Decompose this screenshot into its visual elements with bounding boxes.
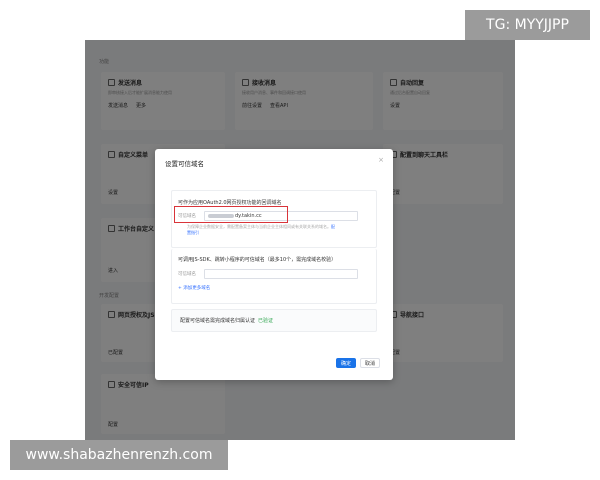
domain-verify-panel: 配置可信域名需完成域名归属认证 已验证: [171, 309, 377, 332]
trusted-domain-dialog: 设置可信域名 × 可作为应用OAuth2.0网页授权功能的回调域名 可信域名 d…: [155, 149, 393, 380]
field-label: 可信域名: [178, 272, 196, 277]
jssdk-domain-panel: 可调用JS-SDK、跳转小程序的可信域名（最多10个，需完成域名校验） 可信域名…: [171, 249, 377, 304]
verify-text: 配置可信域名需完成域名归属认证: [180, 318, 256, 324]
oauth-domain-label: 可作为应用OAuth2.0网页授权功能的回调域名: [178, 200, 282, 206]
jssdk-field-row: 可信域名: [178, 269, 358, 279]
cancel-button[interactable]: 取消: [360, 358, 380, 368]
verified-status[interactable]: 已验证: [258, 317, 273, 324]
watermark-bottom-left: www.shabazhenrenzh.com: [10, 440, 228, 470]
dialog-title: 设置可信域名: [165, 160, 204, 168]
oauth-hint: 为保障企业数据安全，需配置备案主体与当前企业主体相同或有关联关系的域名。配置指引: [187, 224, 337, 235]
add-more-domain-link[interactable]: + 添加更多域名: [178, 285, 210, 291]
hint-text: 为保障企业数据安全，需配置备案主体与当前企业主体相同或有关联关系的域名。: [187, 224, 331, 229]
jssdk-domain-label: 可调用JS-SDK、跳转小程序的可信域名（最多10个，需完成域名校验）: [178, 257, 337, 263]
close-icon[interactable]: ×: [378, 156, 384, 164]
jssdk-domain-input[interactable]: [204, 269, 358, 279]
watermark-top-right: TG: MYYJJPP: [465, 10, 590, 40]
verify-row: 配置可信域名需完成域名归属认证 已验证: [180, 317, 273, 324]
confirm-button[interactable]: 确定: [336, 358, 356, 368]
highlight-box: [174, 206, 288, 223]
